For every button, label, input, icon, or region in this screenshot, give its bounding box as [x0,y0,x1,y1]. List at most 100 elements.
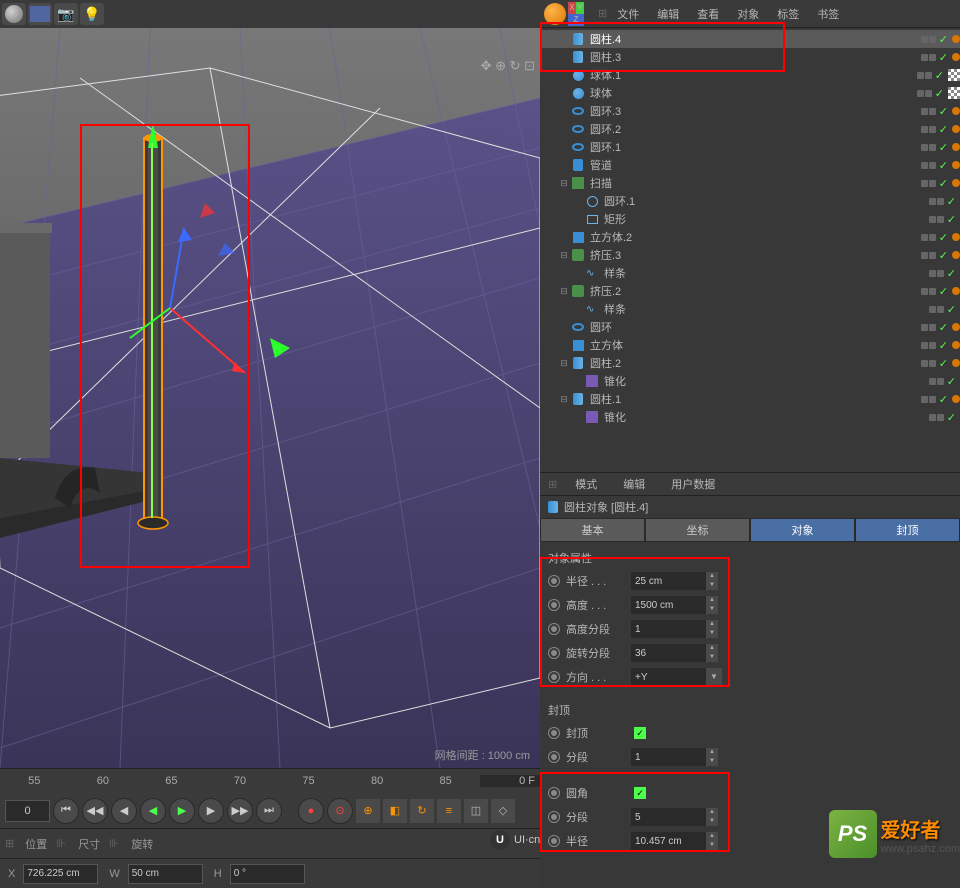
key-pos-button[interactable]: ⊕ [356,799,380,823]
tree-row[interactable]: 圆环.1 ✓ [540,192,960,210]
radius-input[interactable] [631,572,706,590]
visibility-dots[interactable] [917,90,932,97]
tags[interactable] [952,233,960,241]
tags[interactable] [952,161,960,169]
shading-icon[interactable] [2,3,26,25]
enable-check[interactable]: ✓ [939,357,948,370]
tree-item-name[interactable]: 圆环.1 [590,139,921,155]
viewport-render[interactable]: ✥ ⊕ ↻ ⊡ [0,28,540,768]
tree-row[interactable]: ⊟圆柱.1✓ [540,390,960,408]
visibility-dots[interactable] [921,234,936,241]
attr-userdata[interactable]: 用户数据 [663,476,723,492]
tags[interactable] [952,125,960,133]
visibility-dots[interactable] [921,342,936,349]
viewport-nav-icons[interactable]: ✥ ⊕ ↻ ⊡ [481,58,535,74]
play-button[interactable]: ▶ [169,798,195,824]
tags[interactable] [952,35,960,43]
rseg-input[interactable] [631,644,706,662]
tree-item-name[interactable]: 样条 [604,301,929,317]
enable-check[interactable]: ✓ [939,339,948,352]
tree-item-name[interactable]: 圆柱.1 [590,391,921,407]
tags[interactable] [952,107,960,115]
expand-icon[interactable]: ⊟ [558,394,570,405]
key-pla-button[interactable]: ◫ [464,799,488,823]
menu-tags[interactable]: 标签 [769,6,807,22]
fillet-checkbox[interactable]: ✓ [634,787,646,799]
enable-check[interactable]: ✓ [947,213,956,226]
visibility-dots[interactable] [921,396,936,403]
next-key-button[interactable]: ▶▶ [227,798,253,824]
enable-check[interactable]: ✓ [939,249,948,262]
visibility-dots[interactable] [921,162,936,169]
dropdown-icon[interactable]: ▼ [706,668,722,686]
tree-row[interactable]: 圆柱.4 ✓ [540,30,960,48]
visibility-dots[interactable] [917,72,932,79]
tree-item-name[interactable]: 圆环.1 [604,193,929,209]
visibility-dots[interactable] [929,216,944,223]
enable-check[interactable]: ✓ [935,87,944,100]
menu-edit[interactable]: 编辑 [649,6,687,22]
tree-row[interactable]: ⊟扫描✓ [540,174,960,192]
fillet-seg-input[interactable] [631,808,706,826]
visibility-dots[interactable] [921,324,936,331]
tags[interactable] [952,53,960,61]
expand-icon[interactable]: ⊟ [558,286,570,297]
enable-check[interactable]: ✓ [939,321,948,334]
tags[interactable] [952,341,960,349]
tags[interactable] [952,359,960,367]
rot-h-input[interactable] [230,864,305,884]
prev-frame-button[interactable]: ◀ [111,798,137,824]
tags[interactable] [952,143,960,151]
tree-row[interactable]: 球体✓ [540,84,960,102]
visibility-dots[interactable] [921,126,936,133]
attr-edit[interactable]: 编辑 [615,476,653,492]
tree-row[interactable]: 立方体✓ [540,336,960,354]
tree-item-name[interactable]: 圆柱.4 [590,31,921,47]
tree-item-name[interactable]: 立方体.2 [590,229,921,245]
tree-row[interactable]: 圆环.2✓ [540,120,960,138]
tree-item-name[interactable]: 圆环.2 [590,121,921,137]
tree-item-name[interactable]: 球体.1 [590,67,917,83]
tree-item-name[interactable]: 扫描 [590,175,921,191]
goto-start-button[interactable]: ⏮ [53,798,79,824]
object-tree[interactable]: 圆柱.4✓圆柱.3✓球体.1✓球体✓圆环.3✓圆环.2✓圆环.1✓管道✓⊟扫描✓… [540,28,960,472]
enable-check[interactable]: ✓ [947,375,956,388]
caps-checkbox[interactable]: ✓ [634,727,646,739]
grid-icon[interactable] [28,3,52,25]
enable-check[interactable]: ✓ [939,105,948,118]
tab-object[interactable]: 对象 [750,518,855,542]
radio-icon[interactable] [548,575,560,587]
prev-key-button[interactable]: ◀◀ [82,798,108,824]
tree-item-name[interactable]: 样条 [604,265,929,281]
tree-item-name[interactable]: 圆柱.2 [590,355,921,371]
tree-row[interactable]: ⊟挤压.2✓ [540,282,960,300]
tab-basic[interactable]: 基本 [540,518,645,542]
key-opt-button[interactable]: ◇ [491,799,515,823]
visibility-dots[interactable] [921,288,936,295]
tree-row[interactable]: ∿样条✓ [540,300,960,318]
tree-row[interactable]: ∿样条✓ [540,264,960,282]
menu-objects[interactable]: 对象 [729,6,767,22]
visibility-dots[interactable] [921,360,936,367]
enable-check[interactable]: ✓ [947,195,956,208]
tree-row[interactable]: 矩形 ✓ [540,210,960,228]
tree-item-name[interactable]: 挤压.2 [590,283,921,299]
goto-end-button[interactable]: ⏭ [256,798,282,824]
expand-icon[interactable]: ⊟ [558,358,570,369]
enable-check[interactable]: ✓ [939,159,948,172]
attr-mode[interactable]: 模式 [567,476,605,492]
visibility-dots[interactable] [929,378,944,385]
tree-item-name[interactable]: 矩形 [604,211,929,227]
tree-item-name[interactable]: 管道 [590,157,921,173]
direction-select[interactable] [631,668,706,686]
globe-icon[interactable] [544,3,566,25]
enable-check[interactable]: ✓ [939,33,948,46]
visibility-dots[interactable] [929,414,944,421]
tree-row[interactable]: 锥化✓ [540,408,960,426]
key-rot-button[interactable]: ↻ [410,799,434,823]
enable-check[interactable]: ✓ [947,303,956,316]
light-icon[interactable]: 💡 [80,3,104,25]
pos-x-input[interactable] [23,864,98,884]
visibility-dots[interactable] [921,180,936,187]
autokey-button[interactable]: ⊙ [327,798,353,824]
